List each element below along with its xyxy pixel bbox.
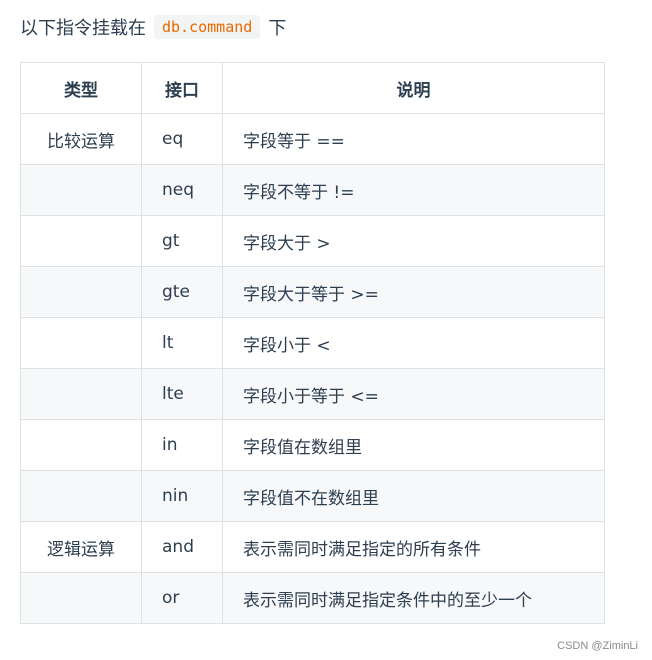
cell-description: 字段大于 >: [222, 215, 605, 267]
table-row: neq 字段不等于 !=: [20, 164, 605, 216]
cell-description: 字段值不在数组里: [222, 470, 605, 522]
table-row: lt 字段小于 <: [20, 317, 605, 369]
cell-api: lte: [141, 368, 223, 420]
inline-code: db.command: [154, 15, 261, 39]
table-header-row: 类型 接口 说明: [20, 62, 605, 114]
table-row: nin 字段值不在数组里: [20, 470, 605, 522]
cell-api: eq: [141, 113, 223, 165]
command-table: 类型 接口 说明 比较运算 eq 字段等于 == neq 字段不等于 != gt…: [20, 62, 605, 624]
cell-type: [20, 368, 142, 420]
cell-description: 字段不等于 !=: [222, 164, 605, 216]
cell-api: or: [141, 572, 223, 624]
cell-description: 字段小于 <: [222, 317, 605, 369]
table-row: gte 字段大于等于 >=: [20, 266, 605, 318]
cell-api: nin: [141, 470, 223, 522]
watermark: CSDN @ZiminLi: [557, 640, 638, 652]
table-row: in 字段值在数组里: [20, 419, 605, 471]
header-description: 说明: [222, 62, 605, 114]
cell-api: gt: [141, 215, 223, 267]
cell-description: 字段值在数组里: [222, 419, 605, 471]
table-row: 逻辑运算 and 表示需同时满足指定的所有条件: [20, 521, 605, 573]
cell-type: [20, 317, 142, 369]
cell-type: [20, 572, 142, 624]
cell-api: and: [141, 521, 223, 573]
table-row: gt 字段大于 >: [20, 215, 605, 267]
cell-type: [20, 164, 142, 216]
cell-type: 比较运算: [20, 113, 142, 165]
intro-prefix: 以下指令挂载在: [20, 18, 146, 39]
cell-description: 字段小于等于 <=: [222, 368, 605, 420]
table-row: 比较运算 eq 字段等于 ==: [20, 113, 605, 165]
intro-line: 以下指令挂载在 db.command 下: [20, 12, 286, 42]
cell-type: [20, 215, 142, 267]
cell-description: 表示需同时满足指定条件中的至少一个: [222, 572, 605, 624]
cell-description: 字段大于等于 >=: [222, 266, 605, 318]
cell-type: [20, 266, 142, 318]
cell-type: [20, 470, 142, 522]
cell-type: [20, 419, 142, 471]
cell-type: 逻辑运算: [20, 521, 142, 573]
header-api: 接口: [141, 62, 223, 114]
cell-description: 字段等于 ==: [222, 113, 605, 165]
cell-api: lt: [141, 317, 223, 369]
intro-suffix: 下: [268, 18, 287, 39]
cell-api: in: [141, 419, 223, 471]
table-row: lte 字段小于等于 <=: [20, 368, 605, 420]
cell-api: gte: [141, 266, 223, 318]
cell-api: neq: [141, 164, 223, 216]
table-row: or 表示需同时满足指定条件中的至少一个: [20, 572, 605, 624]
cell-description: 表示需同时满足指定的所有条件: [222, 521, 605, 573]
header-type: 类型: [20, 62, 142, 114]
